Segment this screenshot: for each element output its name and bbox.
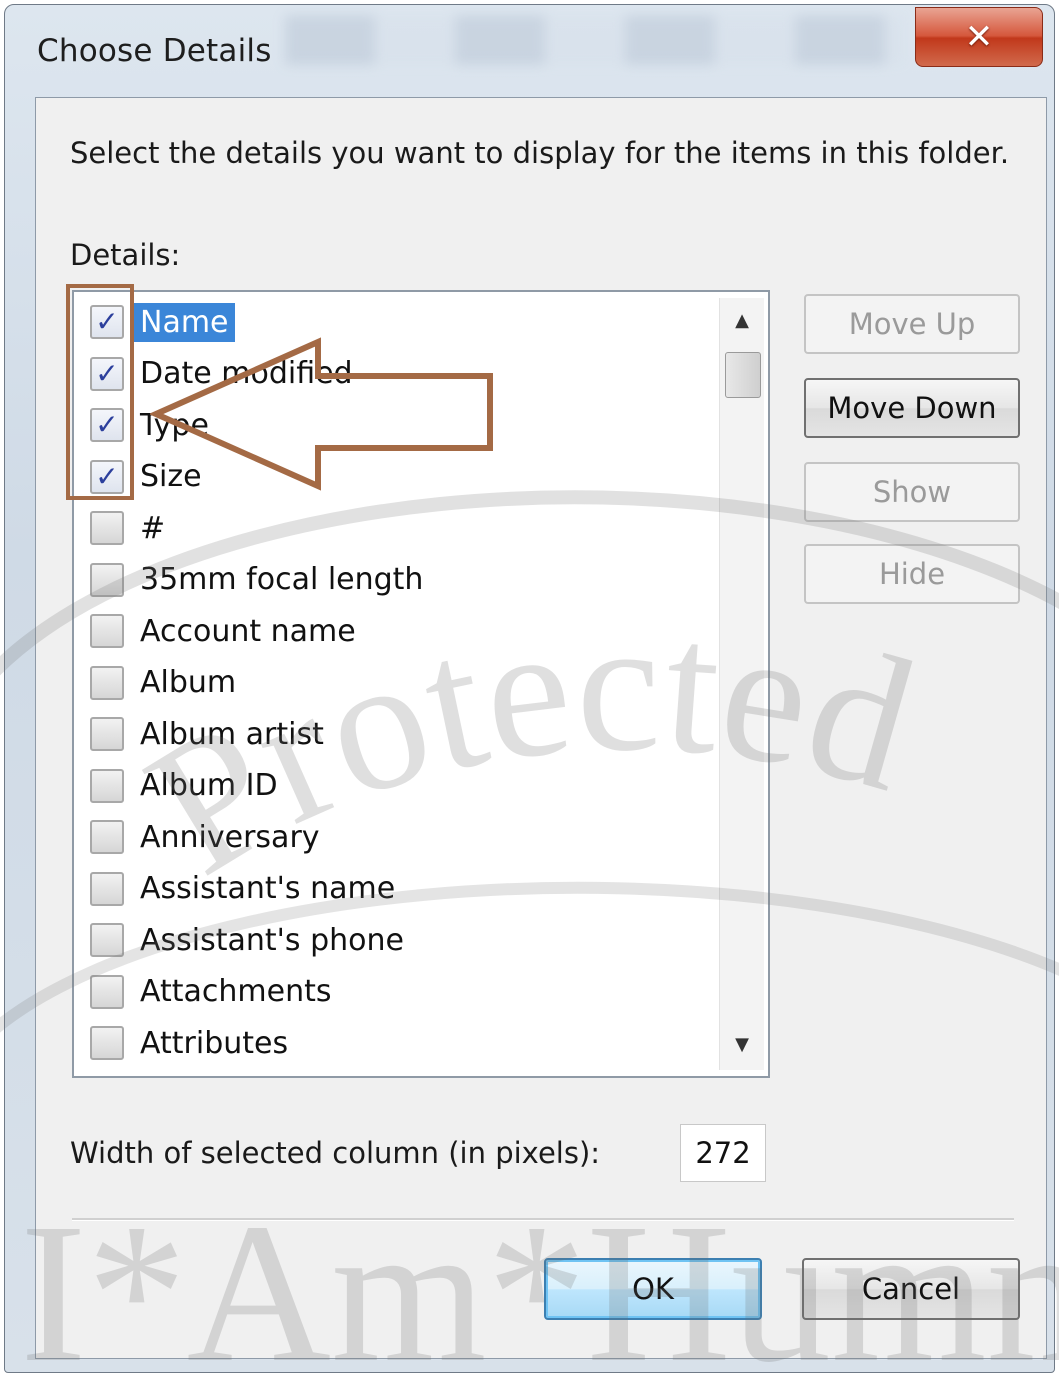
list-item-label: Assistant's name — [140, 871, 396, 906]
list-item[interactable]: # — [90, 506, 165, 550]
list-item-label: Attributes — [140, 1025, 289, 1061]
list-item[interactable]: Attachments — [90, 970, 332, 1014]
dialog-body: Select the details you want to display f… — [35, 97, 1047, 1359]
list-item[interactable]: Album — [90, 661, 236, 705]
list-item[interactable]: Assistant's name — [90, 867, 395, 911]
checkbox-icon[interactable] — [90, 768, 124, 803]
list-item-label: Assistant's phone — [140, 922, 404, 958]
list-item[interactable]: Attributes — [90, 1021, 288, 1065]
checkbox-icon[interactable] — [90, 717, 124, 751]
left-arrow-icon — [150, 337, 493, 491]
divider — [72, 1218, 1014, 1221]
move-down-button[interactable]: Move Down — [804, 378, 1020, 438]
close-icon: ✕ — [964, 17, 994, 57]
checkbox-icon[interactable] — [90, 974, 124, 1009]
details-label: Details: — [70, 238, 181, 272]
list-item-label: Album — [140, 665, 237, 700]
vertical-scrollbar[interactable]: ▲ ▼ — [719, 298, 764, 1070]
list-item-label: Attachments — [140, 974, 332, 1009]
checkbox-icon[interactable] — [90, 614, 124, 648]
hide-button[interactable]: Hide — [804, 544, 1020, 604]
column-width-label: Width of selected column (in pixels): — [70, 1136, 601, 1170]
show-button[interactable]: Show — [804, 462, 1020, 522]
checkbox-icon[interactable] — [90, 511, 124, 545]
choose-details-dialog: Choose Details ✕ Select the details you … — [4, 4, 1055, 1373]
list-item[interactable]: 35mm focal length — [90, 558, 423, 602]
chevron-down-icon[interactable]: ▼ — [720, 1024, 764, 1064]
list-item-label: # — [140, 510, 166, 546]
list-item-label: Anniversary — [140, 819, 320, 855]
list-item-label: 35mm focal length — [140, 562, 424, 597]
close-button[interactable]: ✕ — [915, 7, 1043, 67]
list-item-label: Album artist — [140, 716, 324, 752]
checkbox-icon[interactable] — [90, 871, 124, 906]
chevron-up-icon[interactable]: ▲ — [720, 300, 764, 340]
dialog-title: Choose Details — [37, 33, 272, 69]
list-item-label: Album ID — [140, 768, 278, 803]
list-item-label: Account name — [140, 613, 356, 649]
list-item[interactable]: Anniversary — [90, 815, 320, 859]
titlebar-background — [285, 15, 905, 65]
list-item[interactable]: Account name — [90, 609, 356, 653]
list-item[interactable]: Album ID — [90, 764, 278, 808]
checkbox-icon[interactable] — [90, 820, 124, 854]
scroll-thumb[interactable] — [725, 352, 761, 398]
checkbox-icon[interactable] — [90, 665, 124, 700]
move-up-button[interactable]: Move Up — [804, 294, 1020, 354]
instruction-text: Select the details you want to display f… — [70, 136, 1010, 170]
list-item[interactable]: Assistant's phone — [90, 918, 404, 962]
list-item[interactable]: Album artist — [90, 712, 324, 756]
checkbox-icon[interactable] — [90, 1026, 124, 1060]
checkbox-icon[interactable] — [90, 562, 124, 597]
ok-button[interactable]: OK — [544, 1258, 762, 1320]
annotation-highlight-box — [66, 284, 134, 500]
checkbox-icon[interactable] — [90, 923, 124, 957]
column-width-input[interactable]: 272 — [680, 1124, 766, 1182]
cancel-button[interactable]: Cancel — [802, 1258, 1020, 1320]
